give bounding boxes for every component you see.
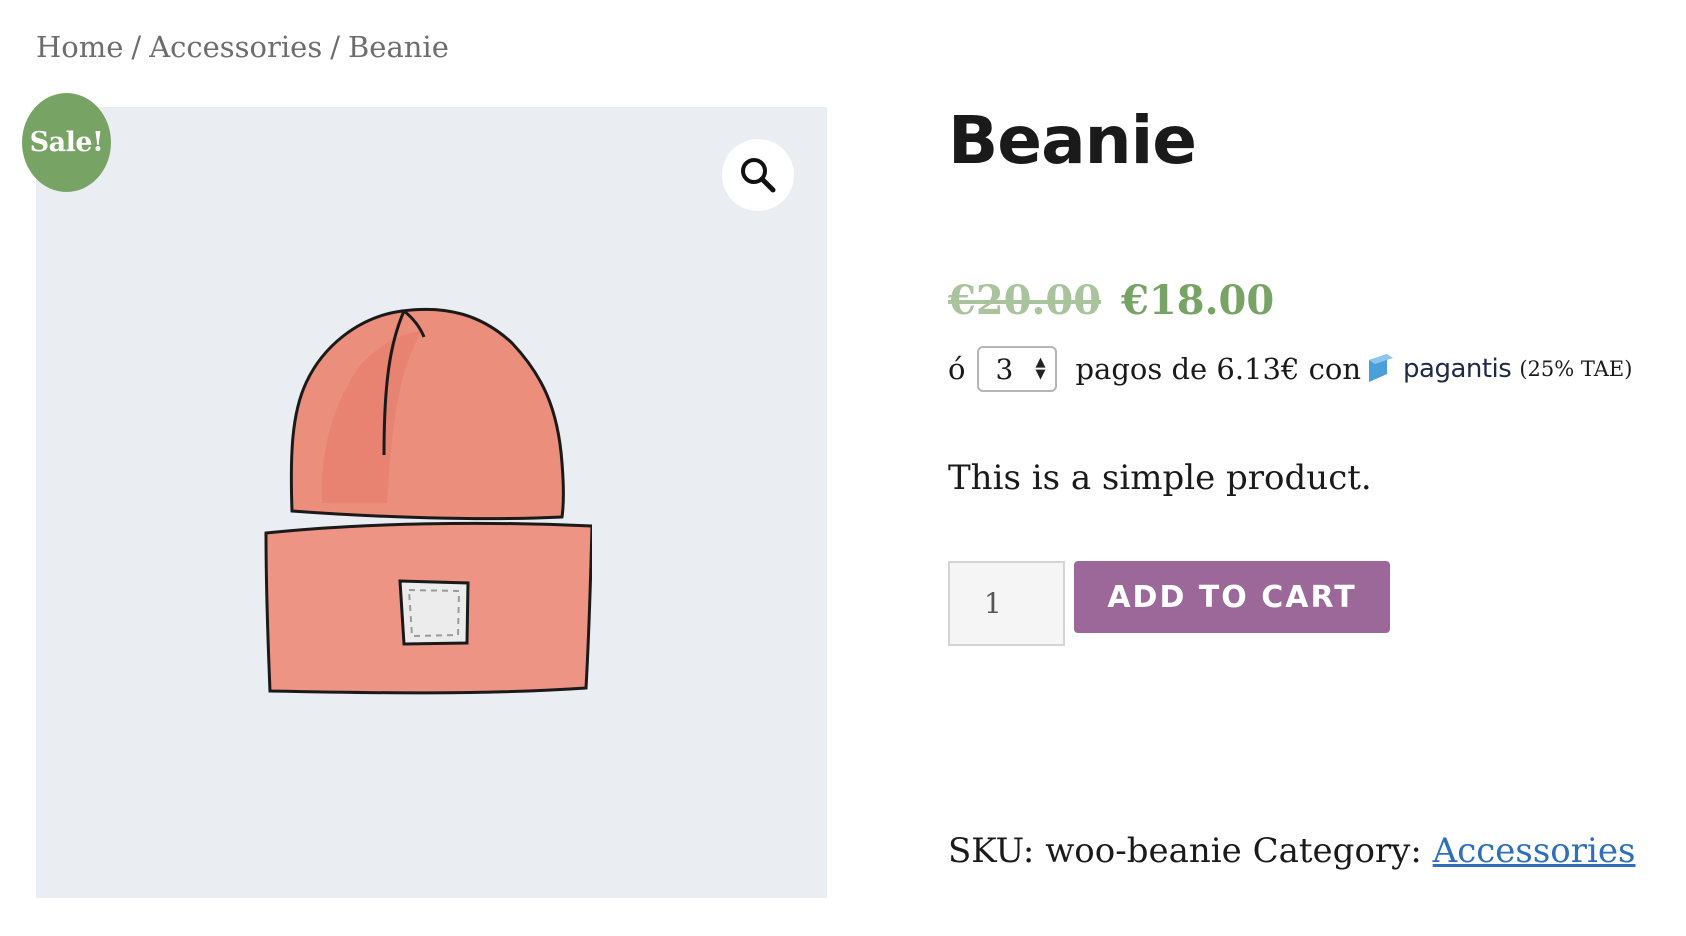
product-price: €20.00 €18.00: [948, 277, 1274, 324]
installments-widget: ó 3 ▲ ▼ pagos de 6.13€ con pagantis (25% …: [948, 346, 1632, 392]
search-icon: [741, 158, 776, 193]
sku-label: SKU:: [948, 831, 1035, 871]
sku-value: woo-beanie: [1045, 831, 1242, 871]
category-link[interactable]: Accessories: [1433, 831, 1636, 871]
installments-text: pagos de 6.13€ con: [1075, 352, 1362, 386]
quantity-input[interactable]: [948, 561, 1065, 646]
installments-rate: (25% TAE): [1519, 357, 1633, 381]
sale-badge: Sale!: [22, 93, 111, 192]
beanie-illustration: [264, 307, 592, 695]
breadcrumb-separator: /: [131, 30, 142, 64]
product-short-description: This is a simple product.: [948, 458, 1372, 498]
pagantis-wordmark: pagantis: [1403, 354, 1512, 384]
installments-prefix: ó: [948, 352, 966, 386]
installments-select[interactable]: 3 ▲ ▼: [977, 346, 1058, 392]
breadcrumb-current: Beanie: [347, 30, 449, 64]
product-title: Beanie: [948, 102, 1197, 179]
breadcrumb-category-link[interactable]: Accessories: [149, 30, 322, 64]
breadcrumb-home-link[interactable]: Home: [36, 30, 123, 64]
zoom-button[interactable]: [722, 139, 794, 211]
installments-count: 3: [995, 352, 1014, 386]
select-arrows-icon: ▲ ▼: [1035, 355, 1046, 382]
breadcrumb-separator: /: [330, 30, 340, 64]
add-to-cart-button[interactable]: ADD TO CART: [1074, 561, 1390, 633]
category-label: Category:: [1252, 831, 1422, 871]
product-meta: SKU: woo-beanie Category: Accessories: [948, 831, 1635, 871]
breadcrumb: Home / Accessories / Beanie: [36, 30, 449, 64]
pagantis-mark-icon: [1369, 354, 1394, 382]
pagantis-logo: pagantis: [1369, 354, 1512, 384]
sale-price: €18.00: [1121, 277, 1275, 324]
regular-price: €20.00: [948, 277, 1102, 324]
